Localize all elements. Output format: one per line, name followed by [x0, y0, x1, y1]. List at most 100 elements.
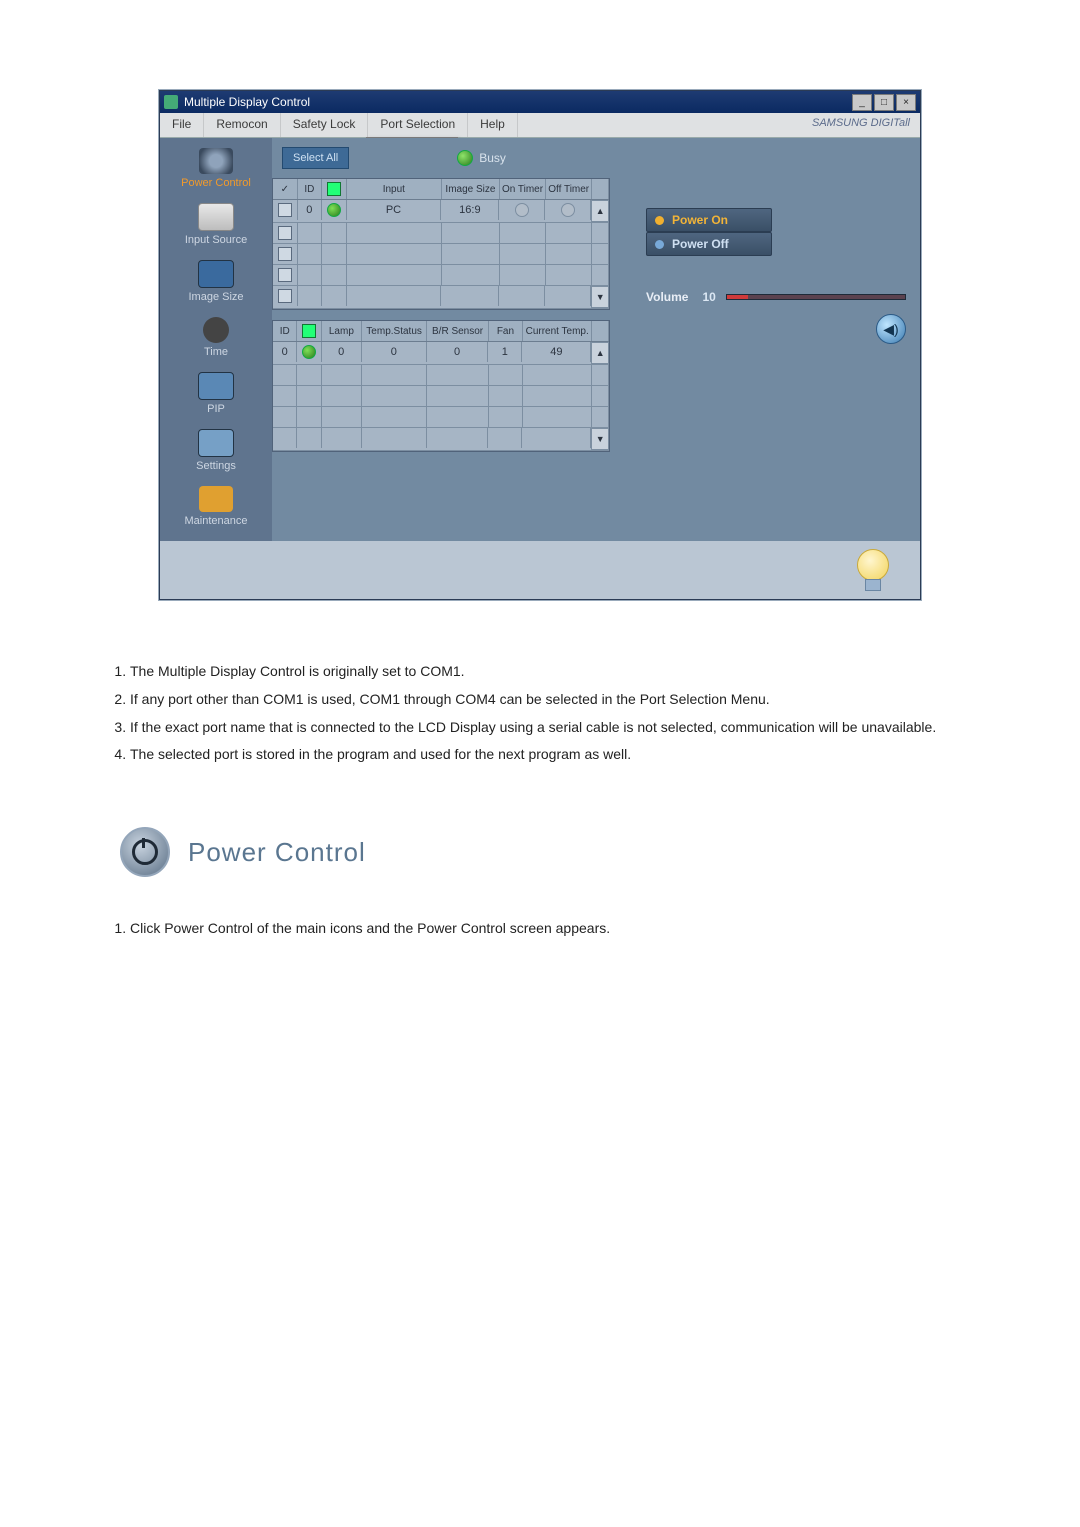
sidebar-item-power-control[interactable]: Power Control [160, 148, 272, 189]
table-row[interactable] [273, 365, 609, 386]
row-checkbox[interactable] [273, 265, 298, 285]
menu-remocon[interactable]: Remocon [204, 113, 280, 137]
scrollbar-track[interactable] [592, 223, 609, 243]
menu-file[interactable]: File [160, 113, 204, 137]
table-row[interactable] [273, 265, 609, 286]
col-id: ID [298, 179, 323, 199]
cell-fan [488, 428, 522, 448]
cell-current-temp: 49 [522, 342, 591, 362]
table-row[interactable] [273, 407, 609, 428]
sidebar-item-image-size[interactable]: Image Size [160, 260, 272, 303]
sidebar-item-label: Image Size [188, 291, 243, 303]
table-row[interactable]: ▼ [273, 286, 609, 309]
col-off-timer: Off Timer [546, 179, 592, 199]
row-checkbox[interactable] [273, 244, 298, 264]
scroll-up-button[interactable]: ▲ [591, 200, 609, 222]
col2-fan: Fan [489, 321, 523, 341]
cell-fan: 1 [488, 342, 522, 362]
scroll-up-button[interactable]: ▲ [591, 342, 609, 364]
table-row[interactable]: 0000149▲ [273, 342, 609, 365]
cell-id [273, 386, 297, 406]
scrollbar-track[interactable] [592, 365, 609, 385]
doc-list-item: The selected port is stored in the progr… [130, 743, 980, 767]
menu-safety-lock[interactable]: Safety Lock [281, 113, 369, 137]
cell-off-timer [545, 286, 591, 306]
cell-on-timer [500, 265, 546, 285]
table-row[interactable]: 0PC16:9▲ [273, 200, 609, 223]
cell-status [297, 407, 321, 427]
cell-image-size [442, 223, 500, 243]
cell-temp-status [362, 386, 427, 406]
col-image-size: Image Size [442, 179, 500, 199]
cell-status [297, 428, 321, 448]
scrollbar-track[interactable] [592, 244, 609, 264]
scrollbar-track[interactable] [592, 407, 609, 427]
section-power-control: Power Control [120, 827, 980, 877]
cell-id [273, 407, 297, 427]
cell-input [347, 244, 442, 264]
power-icon [120, 827, 170, 877]
maximize-button[interactable]: □ [874, 94, 894, 111]
scrollbar-placeholder [592, 179, 609, 199]
sidebar-item-settings[interactable]: Settings [160, 429, 272, 472]
scroll-down-button[interactable]: ▼ [591, 286, 609, 308]
input-source-icon [198, 203, 234, 231]
cell-status [322, 200, 347, 220]
cell-id [298, 265, 323, 285]
col2-status [297, 321, 321, 341]
sidebar-item-time[interactable]: Time [160, 317, 272, 358]
power-on-button[interactable]: Power On [646, 208, 772, 232]
cell-br-sensor [427, 428, 488, 448]
menu-port-selection[interactable]: Port Selection ✔COM1 COM2 COM3 COM4 [368, 113, 468, 137]
row-checkbox[interactable] [273, 200, 298, 220]
col-check[interactable]: ✓ [273, 179, 298, 199]
scrollbar-track[interactable] [592, 265, 609, 285]
cell-br-sensor [427, 407, 489, 427]
volume-slider[interactable] [726, 294, 906, 300]
cell-input: PC [347, 200, 442, 220]
titlebar: Multiple Display Control _ □ × [160, 91, 920, 113]
cell-current-temp [522, 428, 591, 448]
busy-indicator: Busy [457, 150, 506, 166]
status-grid: ID Lamp Temp.Status B/R Sensor Fan Curre… [272, 320, 610, 452]
cell-current-temp [523, 386, 592, 406]
sidebar-item-label: Settings [196, 460, 236, 472]
table-row[interactable] [273, 244, 609, 265]
scrollbar-track[interactable] [592, 386, 609, 406]
scroll-down-button[interactable]: ▼ [591, 428, 609, 450]
close-button[interactable]: × [896, 94, 916, 111]
doc-list-item: If the exact port name that is connected… [130, 716, 980, 740]
power-on-dot-icon [655, 216, 664, 225]
select-all-button[interactable]: Select All [282, 147, 349, 169]
cell-temp-status [362, 428, 427, 448]
power-off-button[interactable]: Power Off [646, 232, 772, 256]
bulb-icon [856, 549, 890, 591]
sidebar-item-input-source[interactable]: Input Source [160, 203, 272, 246]
cell-input [347, 265, 442, 285]
doc-list-2: Click Power Control of the main icons an… [130, 917, 980, 941]
row-checkbox[interactable] [273, 223, 298, 243]
row-checkbox[interactable] [273, 286, 298, 306]
minimize-button[interactable]: _ [852, 94, 872, 111]
sidebar-item-pip[interactable]: PIP [160, 372, 272, 415]
cell-off-timer [546, 265, 592, 285]
power-control-icon [199, 148, 233, 174]
speaker-icon[interactable]: ◀) [876, 314, 906, 344]
cell-lamp [322, 407, 362, 427]
cell-temp-status [362, 407, 427, 427]
display-grid: ✓ ID Input Image Size On Timer Off Timer… [272, 178, 610, 310]
sidebar-item-label: Maintenance [185, 515, 248, 527]
sidebar-item-maintenance[interactable]: Maintenance [160, 486, 272, 527]
doc-list-item: Click Power Control of the main icons an… [130, 917, 980, 941]
table-row[interactable] [273, 223, 609, 244]
table-row[interactable]: ▼ [273, 428, 609, 451]
col2-lamp: Lamp [322, 321, 362, 341]
table-row[interactable] [273, 386, 609, 407]
cell-id [298, 286, 323, 306]
menu-help[interactable]: Help [468, 113, 518, 137]
cell-off-timer [545, 200, 591, 220]
sidebar-item-label: Time [204, 346, 228, 358]
cell-image-size: 16:9 [441, 200, 499, 220]
sidebar-item-label: Input Source [185, 234, 247, 246]
cell-id [298, 223, 323, 243]
